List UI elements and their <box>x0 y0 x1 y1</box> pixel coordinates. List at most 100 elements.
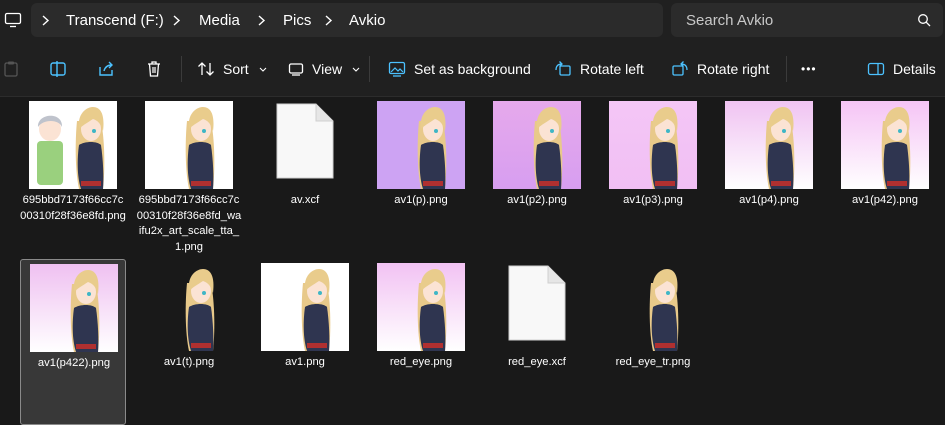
file-item[interactable]: red_eye.png <box>368 259 474 425</box>
file-name: av1(p).png <box>394 194 448 206</box>
share-icon <box>99 61 113 76</box>
character-figure <box>417 107 447 189</box>
thumbnail-art <box>301 269 331 351</box>
file-item[interactable]: red_eye.xcf <box>484 259 590 425</box>
character-figure <box>301 269 331 351</box>
toolbar-separator <box>786 56 787 82</box>
delete-disabled-button[interactable] <box>2 52 20 86</box>
chevron-right-icon[interactable] <box>324 15 333 26</box>
file-name: 695bbd7173f66cc7c00310f28f36e8fd.png <box>20 194 126 222</box>
character-figure <box>185 269 215 351</box>
file-name: av.xcf <box>290 194 320 206</box>
character-figure <box>533 107 563 189</box>
character-figure <box>75 107 105 189</box>
character-figure <box>765 107 795 189</box>
toolbar-separator <box>369 56 370 82</box>
file-name: av1(p42).png <box>852 194 918 206</box>
chevron-right-icon[interactable] <box>172 15 181 26</box>
chevron-down-icon <box>352 67 360 72</box>
sort-icon <box>198 62 214 76</box>
file-item[interactable]: av1(t).png <box>136 259 242 425</box>
chevron-right-icon[interactable] <box>257 15 266 26</box>
chevron-down-icon <box>259 67 267 72</box>
file-name: av1(p2).png <box>507 194 567 206</box>
copy-path-button[interactable] <box>49 52 69 86</box>
rename-icon <box>50 61 66 77</box>
file-item[interactable]: av1(p422).png <box>20 259 126 425</box>
sort-button[interactable]: Sort <box>197 52 267 86</box>
address-bar[interactable]: Transcend (F:) Media Pics Avkio <box>31 3 663 37</box>
thumbnail-art <box>881 107 911 189</box>
image-thumbnail <box>29 101 117 189</box>
command-bar: Sort View Set as background Rotate left … <box>0 42 945 97</box>
image-thumbnail <box>145 263 233 351</box>
search-icon[interactable] <box>917 13 931 27</box>
address-row: Transcend (F:) Media Pics Avkio Search A… <box>0 0 945 42</box>
image-thumbnail <box>377 263 465 351</box>
file-name: av1(p422).png <box>37 357 111 369</box>
document-file-icon <box>508 265 566 341</box>
more-options-label: ••• <box>801 62 817 76</box>
thumbnail-art <box>70 270 100 352</box>
image-thumbnail <box>377 101 465 189</box>
file-name: red_eye_tr.png <box>615 356 691 368</box>
image-thumbnail <box>261 263 349 351</box>
delete-button[interactable] <box>145 52 163 86</box>
thumbnail-art <box>417 107 447 189</box>
details-pane-icon <box>867 62 885 76</box>
details-label: Details <box>893 61 936 77</box>
rotate-right-button[interactable]: Rotate right <box>671 52 769 86</box>
wallpaper-icon <box>388 61 406 77</box>
details-button[interactable]: Details <box>867 52 936 86</box>
breadcrumb-avkio[interactable]: Avkio <box>349 12 385 29</box>
thumbnail-art <box>649 269 679 351</box>
image-thumbnail <box>609 101 697 189</box>
thumbnail-art <box>533 107 563 189</box>
file-item[interactable]: av.xcf <box>252 97 358 263</box>
file-item[interactable]: av1.png <box>252 259 358 425</box>
chevron-right-icon[interactable] <box>41 15 50 26</box>
file-name: red_eye.png <box>389 356 453 368</box>
rotate-right-label: Rotate right <box>697 61 770 77</box>
document-file-icon <box>276 103 334 179</box>
breadcrumb-drive[interactable]: Transcend (F:) <box>66 12 164 29</box>
character-figure <box>649 107 679 189</box>
file-item[interactable]: av1(p4).png <box>716 97 822 263</box>
thumbnail-art <box>765 107 795 189</box>
file-item[interactable]: red_eye_tr.png <box>600 259 706 425</box>
file-name: 695bbd7173f66cc7c00310f28f36e8fd_waifu2x… <box>136 194 242 253</box>
toolbar-separator <box>181 56 182 82</box>
image-thumbnail <box>30 264 118 352</box>
thumbnail-art <box>417 269 447 351</box>
trash-icon <box>148 61 160 77</box>
image-thumbnail <box>841 101 929 189</box>
rotate-left-button[interactable]: Rotate left <box>554 52 644 86</box>
character-figure <box>417 269 447 351</box>
sort-label: Sort <box>223 61 249 77</box>
image-thumbnail <box>145 101 233 189</box>
file-item[interactable]: 695bbd7173f66cc7c00310f28f36e8fd_waifu2x… <box>136 97 242 263</box>
more-options-button[interactable]: ••• <box>801 52 817 86</box>
file-item[interactable]: 695bbd7173f66cc7c00310f28f36e8fd.png <box>20 97 126 263</box>
character-figure <box>881 107 911 189</box>
thumbnail-art <box>649 107 679 189</box>
file-item[interactable]: av1(p2).png <box>484 97 590 263</box>
thumbnail-art <box>185 107 215 189</box>
this-pc-icon[interactable] <box>4 11 22 29</box>
file-item[interactable]: av1(p3).png <box>600 97 706 263</box>
set-as-background-button[interactable]: Set as background <box>388 52 531 86</box>
thumbnail-art <box>37 107 105 189</box>
file-item[interactable]: av1(p42).png <box>832 97 938 263</box>
image-thumbnail <box>725 101 813 189</box>
share-button[interactable] <box>97 52 115 86</box>
breadcrumb-media[interactable]: Media <box>199 12 240 29</box>
file-item[interactable]: av1(p).png <box>368 97 474 263</box>
file-grid[interactable]: 695bbd7173f66cc7c00310f28f36e8fd.png 695… <box>0 97 945 425</box>
search-input[interactable]: Search Avkio <box>671 3 943 37</box>
view-button[interactable]: View <box>288 52 360 86</box>
file-name: av1(t).png <box>163 356 215 368</box>
breadcrumb-pics[interactable]: Pics <box>283 12 311 29</box>
rotate-left-label: Rotate left <box>580 61 644 77</box>
view-icon <box>288 63 304 76</box>
image-thumbnail <box>609 263 697 351</box>
